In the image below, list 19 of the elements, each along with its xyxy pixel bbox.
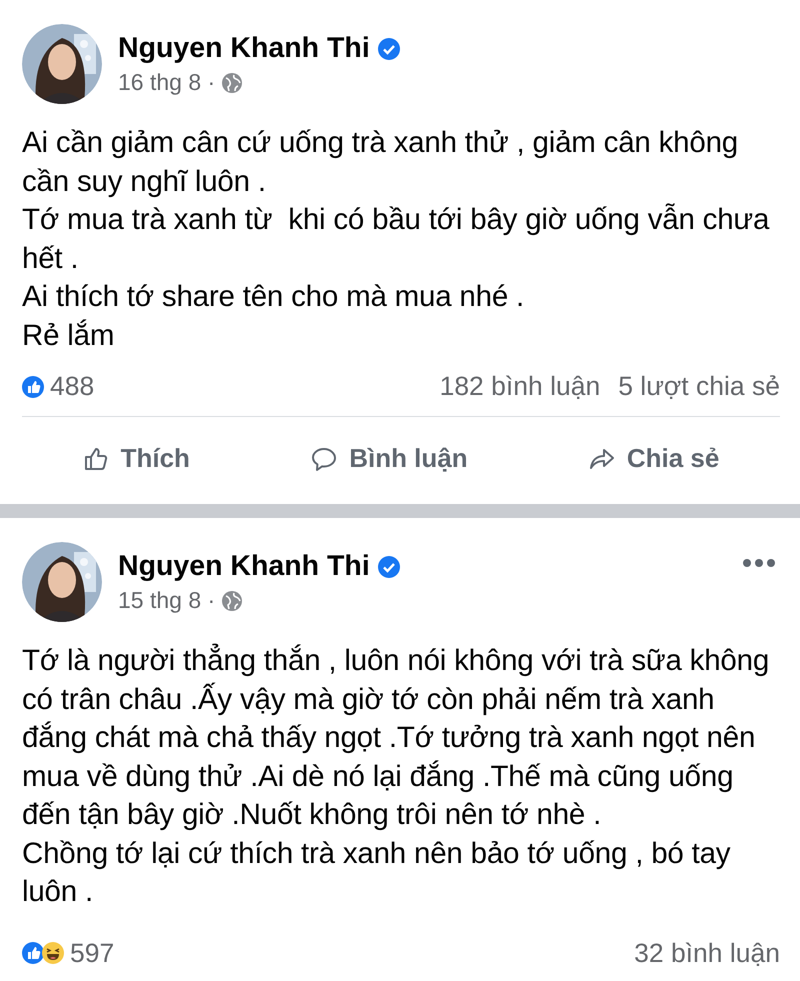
author-name[interactable]: Nguyen Khanh Thi [118,550,370,583]
post-time[interactable]: 15 thg 8 · [118,587,216,614]
share-count[interactable]: 5 lượt chia sẻ [618,371,780,402]
reaction-count[interactable]: 597 [70,938,114,968]
post-time[interactable]: 16 thg 8 · [118,69,216,96]
globe-icon [221,590,244,612]
comment-button[interactable]: Bình luận [291,435,488,482]
post-text: Tớ là người thẳng thắn , luôn nói không với trà sữa không có trân châu .Ấy vậy mà giờ tớ còn phải nếm trà xanh đắng chát mà chả thấy ngọt .Tớ tưởng trà xanh ngọt nên mua về dùng thử .Ai dè nó lại đắng .Thế mà cũng uống đến tận bây giờ .Nuốt không trôi nên tớ nhè . Chồng tớ lại cứ thích trà xanh nên bảo tớ uống , bó tay luôn . [22,642,770,910]
share-button[interactable]: Chia sẻ [568,435,740,482]
like-button[interactable]: Thích [62,435,210,482]
author-name[interactable]: Nguyen Khanh Thi [118,32,370,65]
thumbs-up-icon [82,446,109,472]
comment-count[interactable]: 32 bình luận [634,938,780,968]
post-text: Ai cần giảm cân cứ uống trà xanh thử , giảm cân không cần suy nghĩ luôn . Tớ mua trà xanh từ khi có bầu tới bây giờ uống vẫn chưa hết . Ai thích tớ share tên cho mà mua nhé . Rẻ lắm [22,125,770,354]
globe-icon [221,72,244,94]
reaction-count[interactable]: 488 [50,371,94,402]
comment-count[interactable]: 182 bình luận [440,371,600,402]
speech-bubble-icon [311,446,338,472]
more-icon [742,558,776,568]
